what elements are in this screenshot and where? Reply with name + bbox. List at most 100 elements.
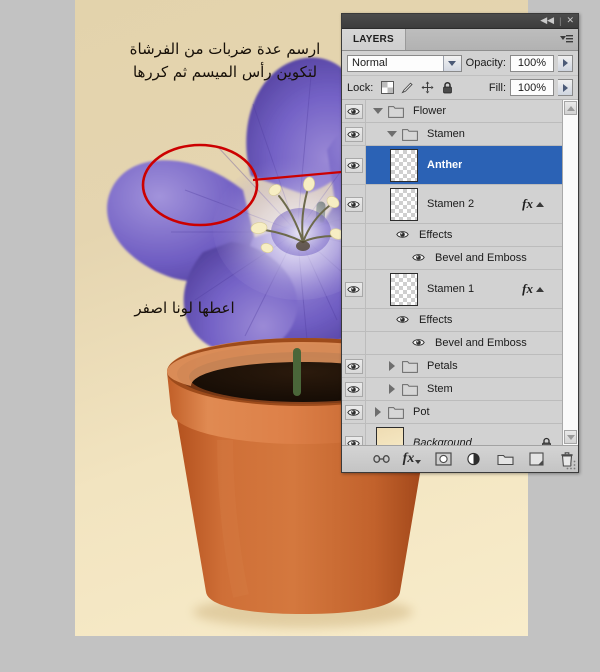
layer-row-background[interactable]: Background — [342, 424, 562, 445]
panel-bottom-toolbar: fx — [342, 445, 578, 472]
layer-name-label: Flower — [413, 105, 446, 117]
scroll-up-icon[interactable] — [564, 101, 577, 115]
layer-visibility-cell — [342, 270, 366, 308]
paint-lock-icon[interactable] — [401, 81, 414, 94]
eye-icon[interactable] — [345, 197, 363, 212]
eye-icon[interactable] — [345, 382, 363, 397]
new-group-icon[interactable] — [497, 451, 514, 468]
eye-icon[interactable] — [345, 127, 363, 142]
fill-label: Fill: — [489, 82, 506, 94]
chevron-right-icon[interactable] — [386, 361, 398, 371]
layer-lock-icon — [541, 437, 552, 446]
layers-scrollbar[interactable] — [562, 100, 578, 445]
layer-fx-indicator[interactable]: fx — [522, 281, 544, 297]
scroll-down-icon[interactable] — [564, 430, 577, 444]
layer-row-body: Stem — [366, 378, 562, 400]
panel-menu-icon[interactable] — [558, 32, 574, 46]
layer-name-label: Petals — [427, 360, 458, 372]
layer-fx-indicator[interactable]: fx — [522, 196, 544, 212]
lock-row: Lock: — [342, 76, 578, 100]
fill-stepper-icon[interactable] — [558, 79, 573, 96]
all-lock-icon[interactable] — [441, 81, 454, 94]
layer-row-effects[interactable]: Effects — [342, 224, 562, 247]
tab-layers[interactable]: LAYERS — [342, 29, 406, 50]
layer-name-label: Effects — [419, 229, 452, 241]
panel-titlebar: ◀◀ | ✕ — [342, 14, 578, 29]
layer-row-stamen[interactable]: Stamen — [342, 123, 562, 146]
layer-visibility-cell — [342, 332, 366, 354]
layer-name-label: Bevel and Emboss — [435, 337, 527, 349]
layer-row-body: Bevel and Emboss — [366, 247, 562, 269]
chevron-down-icon[interactable] — [386, 131, 398, 137]
chevron-down-icon[interactable] — [443, 56, 461, 71]
layer-row-body: Petals — [366, 355, 562, 377]
eye-icon[interactable] — [396, 230, 410, 241]
layer-visibility-cell — [342, 309, 366, 331]
blend-mode-select[interactable]: Normal — [347, 55, 462, 72]
eye-placeholder — [345, 228, 363, 243]
collapse-panel-icon[interactable]: ◀◀ — [540, 17, 554, 26]
layer-name-label: Anther — [427, 159, 462, 171]
link-layers-icon[interactable] — [373, 451, 390, 468]
new-layer-icon[interactable] — [528, 451, 545, 468]
close-icon[interactable]: ✕ — [566, 17, 574, 26]
layer-name-label: Pot — [413, 406, 430, 418]
eye-icon[interactable] — [412, 338, 426, 349]
layer-style-fx-icon[interactable]: fx — [404, 451, 421, 468]
eye-icon[interactable] — [396, 315, 410, 326]
layer-name-label: Effects — [419, 314, 452, 326]
layer-row-petals[interactable]: Petals — [342, 355, 562, 378]
eye-icon[interactable] — [412, 253, 426, 264]
layer-visibility-cell — [342, 224, 366, 246]
layer-row-pot[interactable]: Pot — [342, 401, 562, 424]
opacity-input[interactable]: 100% — [510, 55, 554, 72]
transparency-lock-icon[interactable] — [381, 81, 394, 94]
fill-input[interactable]: 100% — [510, 79, 554, 96]
layer-visibility-cell — [342, 123, 366, 145]
layer-thumbnail[interactable] — [376, 427, 404, 446]
layer-row-bevel-and-emboss[interactable]: Bevel and Emboss — [342, 247, 562, 270]
layer-name-label: Stamen — [427, 128, 465, 140]
layers-list[interactable]: Flower Stamen Anther Stamen 2 fx Effects Bevel… — [342, 100, 562, 445]
layer-name-label: Bevel and Emboss — [435, 252, 527, 264]
eye-icon[interactable] — [345, 359, 363, 374]
layer-name-label: Stamen 2 — [427, 198, 474, 210]
layer-row-anther[interactable]: Anther — [342, 146, 562, 185]
layer-row-stamen-2[interactable]: Stamen 2 fx — [342, 185, 562, 224]
move-lock-icon[interactable] — [421, 81, 434, 94]
layer-mask-icon[interactable] — [435, 451, 452, 468]
eye-placeholder — [345, 313, 363, 328]
layer-thumbnail[interactable] — [390, 273, 418, 306]
panel-resize-grip[interactable] — [566, 460, 576, 470]
layer-row-body: Flower — [366, 100, 562, 122]
eye-icon[interactable] — [345, 104, 363, 119]
opacity-label: Opacity: — [466, 57, 506, 69]
instruction-text-bottom: اعطها لونا اصفر — [97, 297, 272, 320]
chevron-right-icon[interactable] — [372, 407, 384, 417]
layer-row-body: Effects — [366, 309, 562, 331]
eye-icon[interactable] — [345, 436, 363, 446]
blend-mode-value: Normal — [352, 57, 387, 69]
layer-row-stamen-1[interactable]: Stamen 1fx — [342, 270, 562, 309]
layer-row-body: Effects — [366, 224, 562, 246]
layer-thumbnail[interactable] — [390, 149, 418, 182]
layer-row-flower[interactable]: Flower — [342, 100, 562, 123]
adjustment-layer-icon[interactable] — [466, 451, 483, 468]
layers-list-container: Flower Stamen Anther Stamen 2 fx Effects Bevel… — [342, 99, 578, 445]
layer-visibility-cell — [342, 424, 366, 445]
eye-icon[interactable] — [345, 405, 363, 420]
chevron-down-icon[interactable] — [372, 108, 384, 114]
eye-icon[interactable] — [345, 282, 363, 297]
opacity-stepper-icon[interactable] — [558, 55, 573, 72]
layer-row-bevel-and-emboss[interactable]: Bevel and Emboss — [342, 332, 562, 355]
chevron-right-icon[interactable] — [386, 384, 398, 394]
folder-icon — [388, 406, 404, 419]
eye-icon[interactable] — [345, 158, 363, 173]
layer-thumbnail[interactable] — [390, 188, 418, 221]
layer-visibility-cell — [342, 146, 366, 184]
layer-row-body: Pot — [366, 401, 562, 423]
layer-name-label: Background — [413, 437, 472, 445]
layer-row-stem[interactable]: Stem — [342, 378, 562, 401]
eye-placeholder — [345, 251, 363, 266]
layer-row-effects[interactable]: Effects — [342, 309, 562, 332]
